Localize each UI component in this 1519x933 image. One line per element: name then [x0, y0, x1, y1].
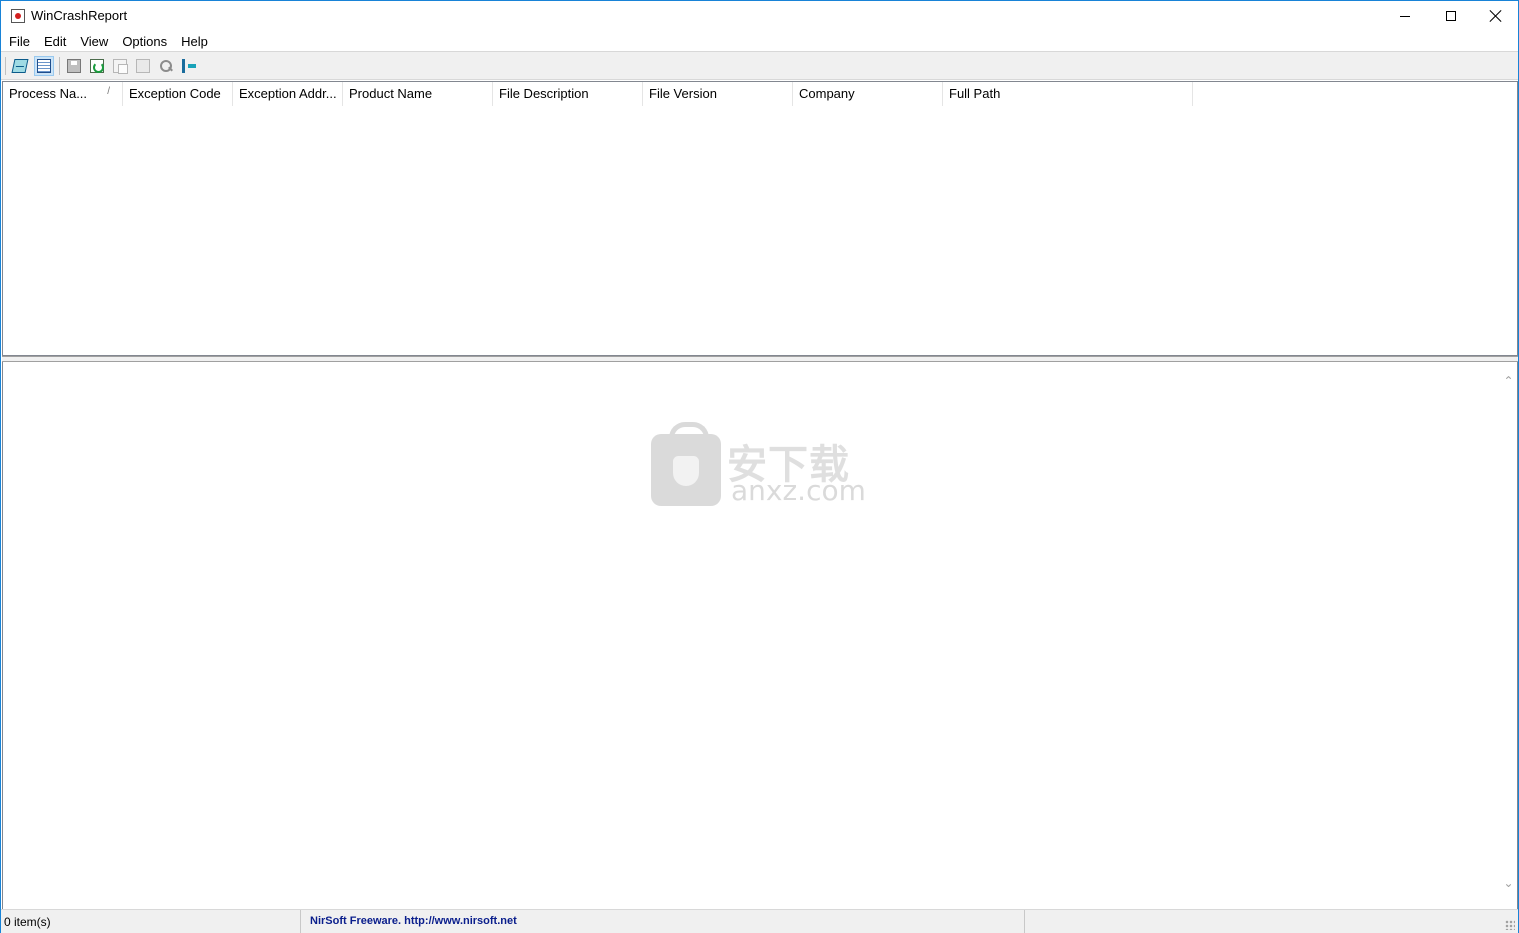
close-button[interactable]	[1473, 1, 1519, 31]
toolbar-separator	[59, 57, 60, 75]
nirsoft-link[interactable]: NirSoft Freeware. http://www.nirsoft.net	[302, 910, 1025, 933]
app-window: WinCrashReport File Edit View Options He…	[0, 0, 1519, 933]
column-label: Process Na...	[9, 86, 88, 101]
table-view-button[interactable]	[34, 56, 54, 76]
resize-grip-icon[interactable]	[1505, 920, 1515, 930]
watermark-logo: 安下载 anxz.com	[651, 422, 871, 508]
options-icon	[11, 59, 29, 73]
watermark-en-text: anxz.com	[731, 474, 866, 507]
menu-view[interactable]: View	[73, 31, 115, 51]
status-bar: 0 item(s) NirSoft Freeware. http://www.n…	[1, 909, 1518, 933]
refresh-icon	[90, 59, 104, 73]
column-product-name[interactable]: Product Name	[343, 82, 493, 106]
find-button[interactable]	[156, 56, 176, 76]
menu-help[interactable]: Help	[174, 31, 215, 51]
table-view-icon	[37, 59, 51, 73]
minimize-button[interactable]	[1382, 1, 1428, 31]
find-icon	[159, 59, 173, 73]
maximize-button[interactable]	[1428, 1, 1474, 31]
title-bar[interactable]: WinCrashReport	[1, 1, 1518, 31]
crash-list[interactable]: Process Na... / Exception Code Exception…	[2, 81, 1518, 356]
menu-options[interactable]: Options	[115, 31, 174, 51]
toolbar-separator	[5, 57, 6, 75]
maximize-icon	[1446, 11, 1456, 21]
scroll-up-icon[interactable]: ⌃	[1503, 375, 1514, 387]
app-icon	[11, 9, 25, 23]
column-file-version[interactable]: File Version	[643, 82, 793, 106]
column-company[interactable]: Company	[793, 82, 943, 106]
options-button[interactable]	[10, 56, 30, 76]
status-panel	[1026, 910, 1506, 933]
properties-button[interactable]	[133, 56, 153, 76]
exit-button[interactable]	[179, 56, 199, 76]
minimize-icon	[1400, 15, 1410, 17]
menu-bar: File Edit View Options Help	[1, 31, 1518, 51]
shopping-bag-icon	[651, 422, 721, 506]
copy-icon	[113, 59, 128, 74]
column-process-name[interactable]: Process Na... /	[3, 82, 123, 106]
column-file-description[interactable]: File Description	[493, 82, 643, 106]
vertical-scrollbar[interactable]: ⌃ ⌄	[1500, 362, 1517, 907]
refresh-button[interactable]	[87, 56, 107, 76]
scroll-down-icon[interactable]: ⌄	[1503, 877, 1514, 889]
save-button[interactable]	[64, 56, 84, 76]
column-full-path[interactable]: Full Path	[943, 82, 1193, 106]
sort-indicator-icon: /	[107, 86, 110, 97]
properties-icon	[136, 59, 150, 73]
menu-edit[interactable]: Edit	[37, 31, 73, 51]
item-count: 0 item(s)	[1, 910, 301, 933]
toolbar	[1, 51, 1518, 80]
column-exception-code[interactable]: Exception Code	[123, 82, 233, 106]
copy-button[interactable]	[110, 56, 130, 76]
list-header: Process Na... / Exception Code Exception…	[3, 82, 1517, 106]
exit-icon	[182, 59, 196, 73]
window-title: WinCrashReport	[31, 8, 128, 23]
column-exception-address[interactable]: Exception Addr...	[233, 82, 343, 106]
save-icon	[67, 59, 81, 73]
menu-file[interactable]: File	[2, 31, 37, 51]
close-icon	[1490, 10, 1502, 22]
